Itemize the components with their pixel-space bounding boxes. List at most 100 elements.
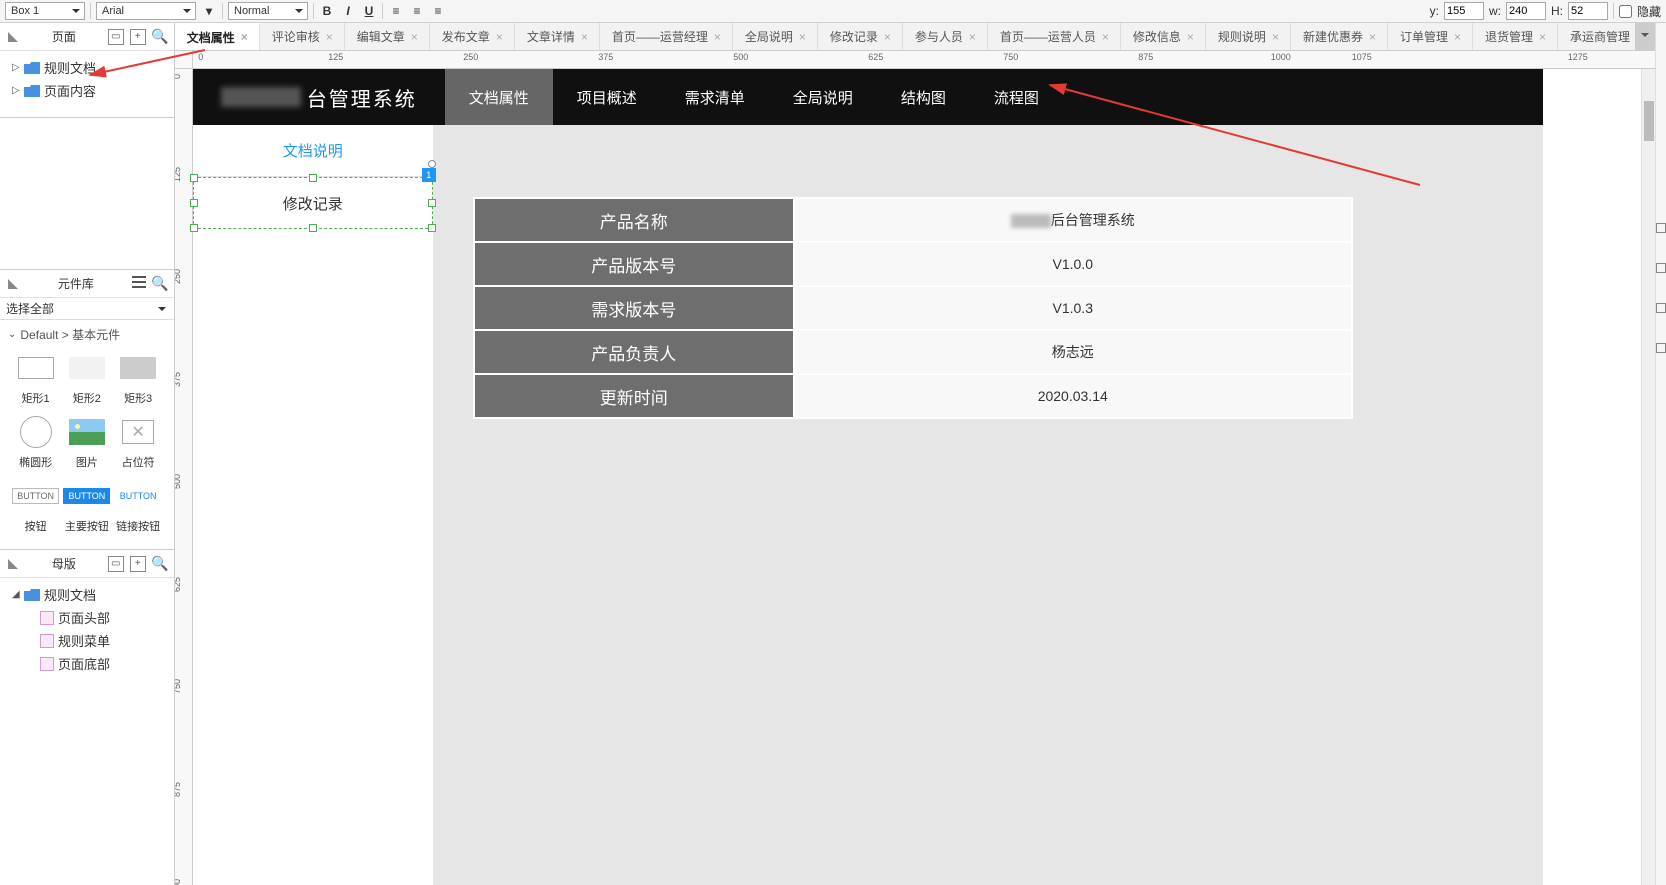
connector-handle[interactable] [428,160,436,168]
resize-handle[interactable] [428,224,436,232]
panel-stub-icon[interactable] [1656,343,1666,353]
resize-handle[interactable] [190,174,198,182]
resize-handle[interactable] [309,174,317,182]
tabs-overflow-button[interactable] [1635,23,1655,50]
tab-close-icon[interactable]: × [1539,32,1549,42]
w-input[interactable] [1506,2,1546,20]
tab-close-icon[interactable]: × [1272,32,1282,42]
search-masters-icon[interactable]: 🔍 [152,556,168,572]
document-tab[interactable]: 评论审核× [260,23,345,50]
tab-close-icon[interactable]: × [241,32,251,42]
align-right-icon[interactable]: ≡ [430,3,446,19]
bold-icon[interactable]: B [319,3,335,19]
add-folder-icon[interactable]: ▭ [108,29,124,45]
widget-ellipse[interactable]: 椭圆形 [10,418,61,470]
doc-description-tab[interactable]: 文档说明 [193,125,433,177]
cell-label: 更新时间 [474,374,794,418]
scrollbar-thumb[interactable] [1644,101,1654,141]
font-selector[interactable]: Arial [96,2,196,20]
style-selector[interactable]: Normal [228,2,308,20]
underline-icon[interactable]: U [361,3,377,19]
tab-close-icon[interactable]: × [411,32,421,42]
align-center-icon[interactable]: ≡ [409,3,425,19]
library-group-header[interactable]: ⌄Default > 基本元件 [0,320,174,349]
y-input[interactable] [1444,2,1484,20]
document-tab[interactable]: 文档属性× [175,23,260,50]
tree-label: 规则文档 [44,58,96,77]
library-select-all[interactable]: 选择全部 [0,298,174,320]
document-tab[interactable]: 规则说明× [1206,23,1291,50]
collapse-icon[interactable] [6,30,20,44]
document-tab[interactable]: 首页——运营经理× [600,23,733,50]
widget-primary-button[interactable]: BUTTON主要按钮 [61,482,112,534]
master-item-footer[interactable]: 页面底部 [0,652,174,675]
font-dropdown-icon[interactable]: ▾ [201,3,217,19]
italic-icon[interactable]: I [340,3,356,19]
document-tab[interactable]: 首页——运营人员× [988,23,1121,50]
tab-close-icon[interactable]: × [1454,32,1464,42]
document-tab[interactable]: 订单管理× [1388,23,1473,50]
widget-image[interactable]: 图片 [61,418,112,470]
document-tab[interactable]: 参与人员× [903,23,988,50]
nav-project-overview[interactable]: 项目概述 [553,69,661,125]
tab-close-icon[interactable]: × [1369,32,1379,42]
tab-close-icon[interactable]: × [714,32,724,42]
widget-link-button[interactable]: BUTTON链接按钮 [113,482,164,534]
tree-item-page-content[interactable]: ▷ 页面内容 [0,79,174,102]
align-left-icon[interactable]: ≡ [388,3,404,19]
vertical-scrollbar[interactable] [1641,69,1655,885]
document-tab[interactable]: 发布文章× [430,23,515,50]
document-tab[interactable]: 全局说明× [733,23,818,50]
selected-widget-mod-record[interactable]: 修改记录 1 [193,177,433,229]
nav-global-desc[interactable]: 全局说明 [769,69,877,125]
widget-rect1[interactable]: 矩形1 [10,354,61,406]
document-tab[interactable]: 退货管理× [1473,23,1558,50]
h-input[interactable] [1568,2,1608,20]
box-selector[interactable]: Box 1 [5,2,85,20]
tab-close-icon[interactable]: × [1187,32,1197,42]
document-tab[interactable]: 编辑文章× [345,23,430,50]
resize-handle[interactable] [428,199,436,207]
panel-stub-icon[interactable] [1656,223,1666,233]
hide-checkbox[interactable] [1619,5,1632,18]
tab-close-icon[interactable]: × [969,32,979,42]
interaction-badge[interactable]: 1 [422,168,436,182]
document-tab[interactable]: 文章详情× [515,23,600,50]
widget-placeholder[interactable]: 占位符 [113,418,164,470]
design-canvas[interactable]: 台管理系统 文档属性 项目概述 需求清单 全局说明 结构图 流程图 文档说明 修… [193,69,1655,885]
panel-stub-icon[interactable] [1656,303,1666,313]
master-item-header[interactable]: 页面头部 [0,606,174,629]
add-master-folder-icon[interactable]: ▭ [108,556,124,572]
search-pages-icon[interactable]: 🔍 [152,29,168,45]
add-master-icon[interactable]: + [130,556,146,572]
document-tab[interactable]: 新建优惠券× [1291,23,1388,50]
tab-close-icon[interactable]: × [884,32,894,42]
nav-doc-props[interactable]: 文档属性 [445,69,553,125]
widget-rect2[interactable]: 矩形2 [61,354,112,406]
search-library-icon[interactable]: 🔍 [152,276,168,292]
resize-handle[interactable] [190,224,198,232]
tree-item-rules-doc[interactable]: ▷ 规则文档 [0,56,174,79]
widget-rect3[interactable]: 矩形3 [113,354,164,406]
document-tab[interactable]: 修改记录× [818,23,903,50]
tab-close-icon[interactable]: × [1102,32,1112,42]
nav-structure[interactable]: 结构图 [877,69,970,125]
resize-handle[interactable] [190,199,198,207]
tab-close-icon[interactable]: × [326,32,336,42]
collapse-icon[interactable] [6,277,20,291]
tab-close-icon[interactable]: × [496,32,506,42]
nav-requirements[interactable]: 需求清单 [661,69,769,125]
right-collapsed-panel[interactable] [1655,23,1666,885]
library-menu-icon[interactable] [132,276,146,288]
panel-stub-icon[interactable] [1656,263,1666,273]
nav-flowchart[interactable]: 流程图 [970,69,1063,125]
tab-close-icon[interactable]: × [799,32,809,42]
resize-handle[interactable] [309,224,317,232]
tab-close-icon[interactable]: × [581,32,591,42]
master-folder[interactable]: ◢ 规则文档 [0,583,174,606]
add-page-icon[interactable]: + [130,29,146,45]
collapse-icon[interactable] [6,557,20,571]
master-item-menu[interactable]: 规则菜单 [0,629,174,652]
widget-button[interactable]: BUTTON按钮 [10,482,61,534]
document-tab[interactable]: 修改信息× [1121,23,1206,50]
